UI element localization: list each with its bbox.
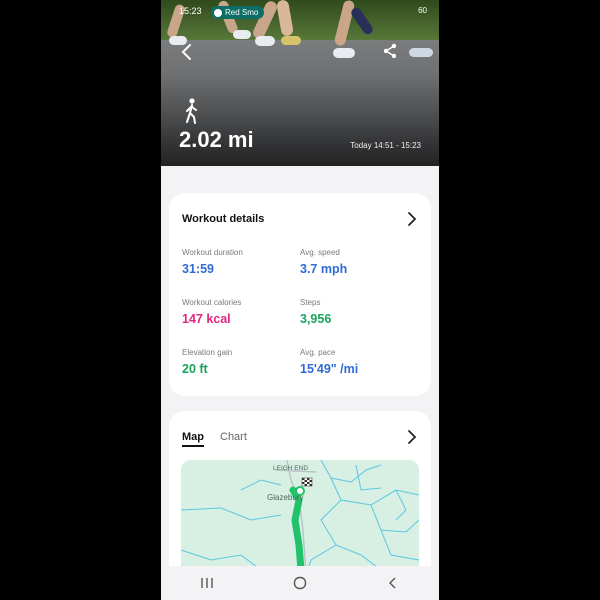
- share-icon: [383, 43, 397, 59]
- finish-flag-icon: [301, 477, 313, 487]
- phone-screen: 15:23 Red Smo 60 2.02 mi Today 14:51 - 1…: [161, 0, 439, 600]
- share-button[interactable]: [381, 42, 399, 60]
- back-nav-icon: [388, 577, 396, 589]
- metric-value: 20 ft: [182, 362, 208, 376]
- metric-label: Avg. pace: [300, 348, 336, 357]
- workout-details-card[interactable]: Workout details Workout duration 31:59 A…: [169, 193, 431, 396]
- back-button[interactable]: [177, 42, 197, 62]
- metric-value: 15'49" /mi: [300, 362, 359, 376]
- metric-label: Elevation gain: [182, 348, 233, 357]
- metric-label: Workout duration: [182, 248, 243, 257]
- back-nav-button[interactable]: [383, 575, 403, 591]
- runner-shoe: [333, 48, 355, 58]
- metric-value: 31:59: [182, 262, 214, 276]
- recents-button[interactable]: [197, 575, 217, 591]
- home-icon: [293, 576, 307, 590]
- back-icon: [181, 44, 191, 60]
- runner-shoe: [409, 48, 433, 57]
- map-label-leigh-end: LEIGH END: [273, 465, 309, 472]
- distance-value: 2.02 mi: [179, 127, 254, 152]
- metric-value: 147 kcal: [182, 312, 231, 326]
- metric-steps: Steps 3,956: [300, 298, 331, 326]
- metric-value: 3,956: [300, 312, 332, 326]
- status-battery: 60: [418, 6, 427, 15]
- chevron-right-icon[interactable]: [405, 429, 419, 445]
- home-button[interactable]: [290, 575, 310, 591]
- metric-label: Workout calories: [182, 298, 242, 307]
- tab-map[interactable]: Map: [182, 431, 204, 447]
- route-tabs: Map Chart: [182, 431, 247, 447]
- status-time: 15:23: [179, 6, 202, 16]
- workout-details-title: Workout details: [182, 213, 265, 225]
- system-nav-bar: [161, 566, 439, 600]
- media-pill[interactable]: Red Smo: [211, 6, 265, 19]
- metric-value: 3.7 mph: [300, 262, 348, 276]
- metric-elevation-gain: Elevation gain 20 ft: [182, 348, 232, 376]
- metric-workout-calories: Workout calories 147 kcal: [182, 298, 241, 326]
- map-label-glazebury: Glazebury: [267, 493, 304, 502]
- media-pill-label: Red Smo: [225, 8, 259, 17]
- hero-photo: 15:23 Red Smo 60 2.02 mi Today 14:51 - 1…: [161, 0, 439, 166]
- metric-avg-pace: Avg. pace 15'49" /mi: [300, 348, 358, 376]
- runner-shoe: [233, 30, 251, 39]
- route-map[interactable]: LEIGH END Glazebury: [181, 460, 419, 581]
- route-card: Map Chart LEIGH END Glazebury: [169, 411, 431, 581]
- tab-chart[interactable]: Chart: [220, 431, 247, 447]
- recents-icon: [201, 578, 214, 588]
- walk-icon: [183, 98, 201, 124]
- runner-shoe: [281, 36, 301, 45]
- workout-time-range: Today 14:51 - 15:23: [350, 141, 421, 150]
- map-drawing: [181, 460, 419, 581]
- runner-shoe: [255, 36, 275, 46]
- metric-label: Steps: [300, 298, 321, 307]
- media-icon: [214, 8, 222, 17]
- chevron-right-icon[interactable]: [405, 211, 419, 227]
- metric-label: Avg. speed: [300, 248, 340, 257]
- metric-workout-duration: Workout duration 31:59: [182, 248, 243, 276]
- background-grass: [161, 0, 439, 42]
- metric-avg-speed: Avg. speed 3.7 mph: [300, 248, 347, 276]
